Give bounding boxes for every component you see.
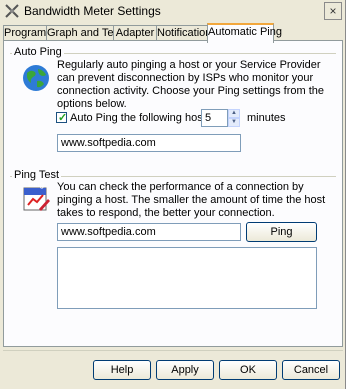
bandwidth-meter-app-icon: [5, 4, 19, 18]
help-button[interactable]: Help: [93, 360, 151, 380]
auto-ping-description: Regularly auto pinging a host or your Se…: [57, 59, 324, 110]
cancel-button[interactable]: Cancel: [282, 360, 340, 380]
globe-icon: [23, 65, 49, 91]
auto-ping-host-input[interactable]: www.softpedia.com: [57, 134, 241, 152]
ping-results-area[interactable]: [57, 247, 317, 309]
spin-up-icon[interactable]: ▲: [228, 109, 240, 118]
auto-ping-checkbox[interactable]: ✓: [56, 112, 68, 124]
interval-spinner[interactable]: ▲ ▼: [228, 109, 240, 127]
footer-divider: [3, 350, 343, 351]
spin-down-icon[interactable]: ▼: [228, 118, 240, 127]
ping-button[interactable]: Ping: [246, 222, 317, 242]
interval-unit-label: minutes: [247, 112, 286, 124]
ping-host-input[interactable]: www.softpedia.com: [57, 223, 241, 241]
ping-test-description: You can check the performance of a conne…: [57, 181, 326, 219]
ok-button[interactable]: OK: [219, 360, 277, 380]
apply-button[interactable]: Apply: [156, 360, 214, 380]
title-bar[interactable]: Bandwidth Meter Settings ×: [0, 0, 345, 22]
auto-ping-group-label: Auto Ping: [12, 46, 64, 58]
close-button[interactable]: ×: [324, 2, 342, 20]
interval-input[interactable]: 5: [201, 109, 228, 127]
ping-icon-label: Ping: [28, 180, 45, 189]
settings-window: Bandwidth Meter Settings × Program Graph…: [0, 0, 346, 389]
automatic-ping-panel: Auto Ping Regularly auto pinging a host …: [3, 40, 343, 347]
checkmark-icon: ✓: [58, 112, 68, 124]
window-title: Bandwidth Meter Settings: [24, 4, 161, 18]
tab-automatic-ping[interactable]: Automatic Ping: [207, 23, 282, 43]
